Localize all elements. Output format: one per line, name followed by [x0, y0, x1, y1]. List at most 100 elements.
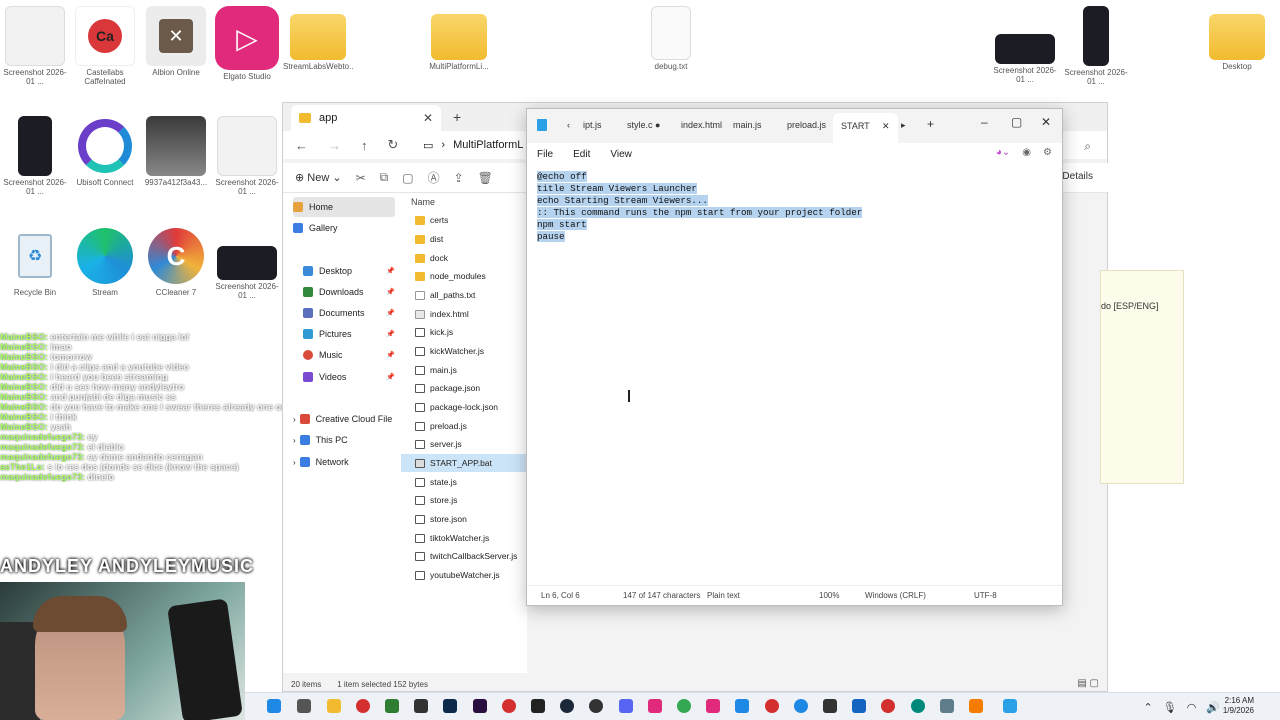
desktop-icon-screenshot[interactable]: Screenshot 2026-01 ...: [990, 6, 1060, 84]
tiktok-icon[interactable]: [706, 699, 720, 713]
tab-style-css[interactable]: style.c ●: [627, 120, 660, 130]
desktop-icon-photo[interactable]: 9937a412f3a43...: [141, 116, 211, 196]
list-item[interactable]: store.json: [401, 510, 527, 528]
nav-item-desktop[interactable]: Desktop 📌: [303, 261, 395, 281]
desktop-icon-screenshot[interactable]: Screenshot 2026-01 ...: [1061, 6, 1131, 86]
notepad-editor[interactable]: @echo off title Stream Viewers Launcher …: [537, 171, 863, 243]
wifi-icon[interactable]: ◠: [1187, 701, 1197, 714]
desktop-icon-albion[interactable]: ✕ Albion Online: [141, 6, 211, 86]
tab-preload-js[interactable]: preload.js: [787, 120, 826, 130]
nav-item-documents[interactable]: Documents 📌: [303, 303, 395, 323]
close-tab-icon[interactable]: ✕: [423, 111, 433, 125]
share-icon[interactable]: ⇪: [454, 171, 464, 185]
list-item[interactable]: dist: [401, 230, 527, 248]
edge-icon[interactable]: [794, 699, 808, 713]
list-item[interactable]: node_modules: [401, 267, 527, 285]
microphone-icon[interactable]: 🎙: [1163, 701, 1177, 714]
caffeinated-icon[interactable]: [765, 699, 779, 713]
record-icon[interactable]: [502, 699, 516, 713]
app-icon[interactable]: [969, 699, 983, 713]
column-header-name[interactable]: Name: [411, 197, 435, 207]
obs-icon[interactable]: [589, 699, 603, 713]
list-item[interactable]: all_paths.txt: [401, 286, 527, 304]
list-item[interactable]: preload.js: [401, 417, 527, 435]
list-item[interactable]: store.js: [401, 491, 527, 509]
opera-icon[interactable]: [356, 699, 370, 713]
tab-index-html[interactable]: index.html: [681, 120, 722, 130]
menu-edit[interactable]: Edit: [573, 149, 590, 160]
delete-icon[interactable]: 🗑: [478, 171, 493, 185]
list-item[interactable]: youtubeWatcher.js: [401, 566, 527, 584]
desktop-icon-desktop-folder[interactable]: Desktop: [1202, 6, 1272, 80]
scroll-left-icon[interactable]: ‹: [567, 120, 570, 130]
desktop-icon-edge[interactable]: Stream: [70, 226, 140, 306]
app-icon[interactable]: [911, 699, 925, 713]
app-icon[interactable]: [881, 699, 895, 713]
desktop-icon-elgato[interactable]: ▷ Elgato Studio: [212, 6, 282, 90]
copilot-icon[interactable]: ◕⌄: [996, 147, 1010, 158]
notepad-icon[interactable]: [1003, 699, 1017, 713]
nav-item-this-pc[interactable]: › This PC: [293, 430, 395, 450]
new-tab-button[interactable]: +: [927, 117, 934, 131]
list-item[interactable]: server.js: [401, 435, 527, 453]
close-icon[interactable]: ✕: [1041, 115, 1051, 129]
account-icon[interactable]: ◉: [1022, 147, 1031, 158]
maximize-icon[interactable]: ▢: [1011, 115, 1022, 129]
desktop-icon-recycle-bin[interactable]: ♻ Recycle Bin: [0, 226, 70, 306]
copy-icon[interactable]: ⧉: [380, 170, 389, 185]
list-item[interactable]: state.js: [401, 473, 527, 491]
list-item[interactable]: kickWatcher.js: [401, 342, 527, 360]
list-item[interactable]: twitchCallbackServer.js: [401, 547, 527, 565]
list-item[interactable]: package-lock.json: [401, 398, 527, 416]
steam-icon[interactable]: [560, 699, 574, 713]
photoshop-icon[interactable]: [443, 699, 457, 713]
nav-item-downloads[interactable]: Downloads 📌: [303, 282, 395, 302]
desktop-icon-ccleaner[interactable]: C CCleaner 7: [141, 226, 211, 306]
nav-item-network[interactable]: › Network: [293, 452, 395, 472]
up-arrow-icon[interactable]: ↑: [361, 138, 368, 153]
desktop-icon-multiplatform-folder[interactable]: MultiPlatformLi...: [424, 6, 494, 80]
desktop-icon-screenshot[interactable]: Screenshot 2026-01 ...: [212, 226, 282, 300]
forward-arrow-icon[interactable]: →: [328, 138, 341, 153]
start-windows-icon[interactable]: [267, 699, 281, 713]
new-button[interactable]: ⊕ New ⌄: [295, 171, 342, 184]
scroll-right-icon[interactable]: ▸: [901, 120, 906, 131]
nav-item-home[interactable]: Home: [293, 197, 395, 217]
back-arrow-icon[interactable]: ←: [295, 138, 308, 153]
chevron-up-icon[interactable]: ⌃: [1144, 701, 1153, 714]
refresh-icon[interactable]: ↻: [388, 137, 399, 153]
list-item[interactable]: main.js: [401, 361, 527, 379]
nav-item-gallery[interactable]: Gallery: [293, 218, 395, 238]
discord-icon[interactable]: [619, 699, 633, 713]
desktop-icon-screenshot[interactable]: Screenshot 2026-01 ...: [0, 116, 70, 196]
chrome-icon[interactable]: [677, 699, 691, 713]
desktop-icon-screenshot[interactable]: Screenshot 2026-01 ...: [0, 6, 70, 86]
list-item[interactable]: kick.js: [401, 323, 527, 341]
rename-icon[interactable]: Ⓐ: [428, 169, 440, 186]
volume-icon[interactable]: 🔊: [1206, 701, 1220, 714]
nav-item-music[interactable]: Music 📌: [303, 345, 395, 365]
minimize-icon[interactable]: –: [981, 115, 988, 129]
view-toggle-icons[interactable]: ▤ ▢: [1077, 678, 1099, 689]
app-icon[interactable]: [414, 699, 428, 713]
tab-main-js[interactable]: main.js: [733, 120, 762, 130]
list-item[interactable]: certs: [401, 211, 527, 229]
close-tab-icon[interactable]: ✕: [882, 121, 890, 131]
nav-item-videos[interactable]: Videos 📌: [303, 367, 395, 387]
nav-item-pictures[interactable]: Pictures 📌: [303, 324, 395, 344]
list-item[interactable]: dock: [401, 249, 527, 267]
desktop-icon-debug-txt[interactable]: debug.txt: [636, 6, 706, 80]
file-explorer-icon[interactable]: [327, 699, 341, 713]
new-tab-button[interactable]: +: [453, 109, 461, 125]
nav-item-creative-cloud[interactable]: › Creative Cloud File: [293, 409, 395, 429]
app-icon[interactable]: [940, 699, 954, 713]
clock[interactable]: 2:16 AM 1/9/2026: [1223, 696, 1254, 716]
desktop-icon-streamlabs-folder[interactable]: StreamLabsWebto...: [283, 6, 353, 80]
premiere-icon[interactable]: [473, 699, 487, 713]
xbox-icon[interactable]: [385, 699, 399, 713]
app-icon[interactable]: [735, 699, 749, 713]
list-item[interactable]: package.json: [401, 379, 527, 397]
tab-start-bat[interactable]: START ✕: [833, 113, 898, 143]
background-window[interactable]: do [ESP/ENG]: [1100, 270, 1184, 484]
task-view-icon[interactable]: [297, 699, 311, 713]
